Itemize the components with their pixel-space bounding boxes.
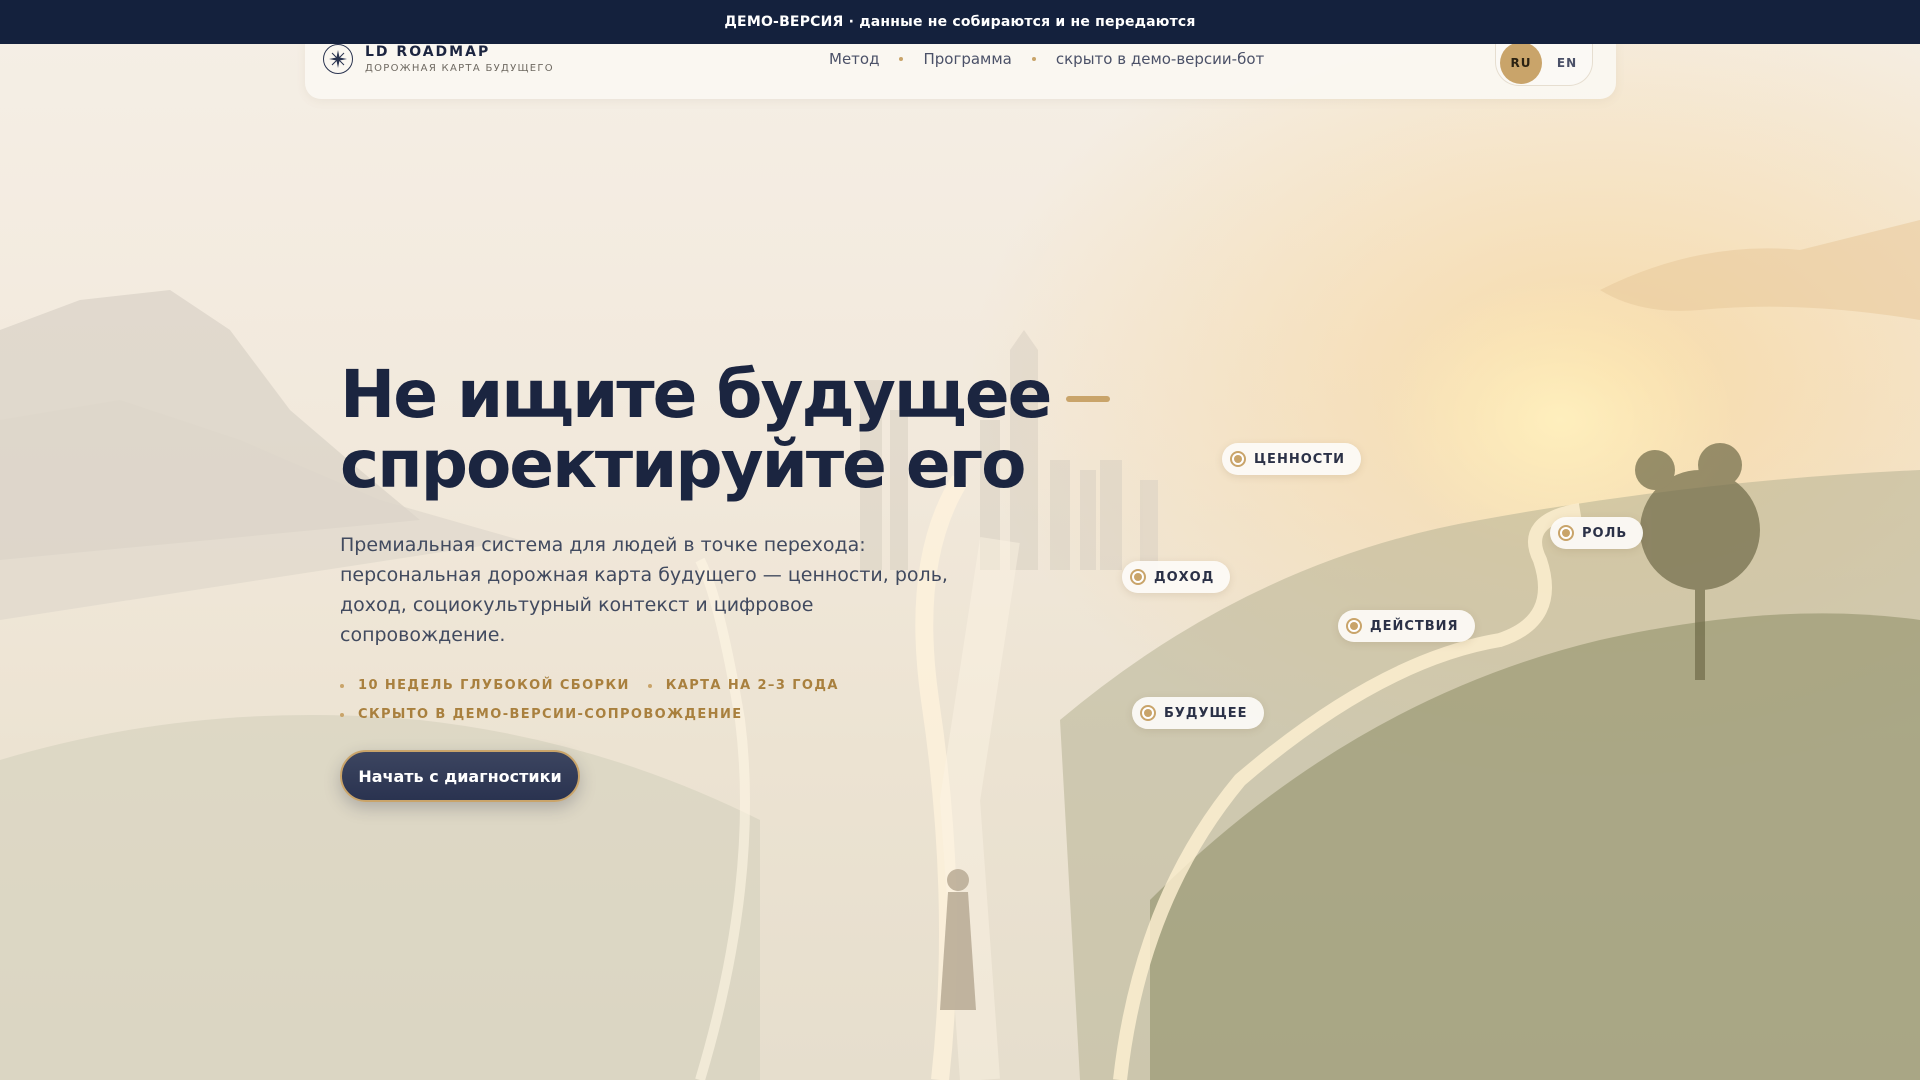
hero-subtitle: Премиальная система для людей в точке пе… bbox=[340, 534, 948, 646]
path-marker-icon bbox=[1140, 705, 1156, 721]
path-tag-actions: ДЕЙСТВИЯ bbox=[1338, 610, 1475, 642]
hero-feature-chips: 10 НЕДЕЛЬ ГЛУБОКОЙ СБОРКИ КАРТА НА 2–3 Г… bbox=[340, 678, 1110, 722]
brand-tagline: ДОРОЖНАЯ КАРТА БУДУЩЕГО bbox=[365, 63, 554, 74]
path-tag-values: ЦЕННОСТИ bbox=[1222, 443, 1362, 475]
path-tag-income: ДОХОД bbox=[1122, 561, 1231, 593]
nav-separator-dot bbox=[899, 57, 904, 61]
hero-title-line2: спроектируйте его bbox=[340, 426, 1026, 503]
main-nav: Метод Программа скрыто в демо-версии-бот bbox=[829, 50, 1264, 68]
path-marker-icon bbox=[1130, 569, 1146, 585]
lang-en-button[interactable]: EN bbox=[1546, 42, 1588, 84]
brand-logo[interactable]: LD ROADMAP ДОРОЖНАЯ КАРТА БУДУЩЕГО bbox=[323, 44, 554, 74]
site-header: LD ROADMAP ДОРОЖНАЯ КАРТА БУДУЩЕГО Метод… bbox=[305, 40, 1616, 99]
language-switcher: RU EN bbox=[1495, 40, 1593, 86]
path-tag-label: РОЛЬ bbox=[1582, 525, 1628, 541]
path-tag-label: ЦЕННОСТИ bbox=[1254, 451, 1346, 467]
demo-banner: ДЕМО-ВЕРСИЯ · данные не собираются и не … bbox=[0, 0, 1920, 44]
nav-separator-dot bbox=[1031, 57, 1036, 61]
path-marker-icon bbox=[1558, 525, 1574, 541]
hero-title-line1: Не ищите будущее bbox=[340, 356, 1052, 433]
hero-section: Не ищите будущее спроектируйте его Преми… bbox=[340, 360, 1111, 802]
path-tag-label: ДОХОД bbox=[1154, 569, 1215, 585]
nav-link-program[interactable]: Программа bbox=[923, 50, 1011, 68]
start-diagnostics-button[interactable]: Начать с диагностики bbox=[340, 750, 580, 802]
path-tag-role: РОЛЬ bbox=[1550, 517, 1644, 549]
feature-chip: СКРЫТО В ДЕМО-ВЕРСИИ-СОПРОВОЖДЕНИЕ bbox=[340, 707, 743, 722]
page: ДЕМО-ВЕРСИЯ · данные не собираются и не … bbox=[0, 0, 1920, 1080]
path-marker-icon bbox=[1230, 451, 1246, 467]
path-marker-icon bbox=[1346, 618, 1362, 634]
feature-chip: КАРТА НА 2–3 ГОДА bbox=[648, 678, 839, 693]
brand-name: LD ROADMAP bbox=[365, 44, 491, 60]
nav-link-method[interactable]: Метод bbox=[829, 50, 879, 68]
feature-chip: 10 НЕДЕЛЬ ГЛУБОКОЙ СБОРКИ bbox=[340, 678, 630, 693]
path-tag-label: БУДУЩЕЕ bbox=[1164, 705, 1248, 721]
title-dash bbox=[1066, 395, 1111, 402]
compass-star-icon bbox=[323, 44, 353, 74]
path-tag-label: ДЕЙСТВИЯ bbox=[1370, 618, 1459, 634]
path-tag-future: БУДУЩЕЕ bbox=[1132, 697, 1264, 729]
nav-link-bot[interactable]: скрыто в демо-версии-бот bbox=[1056, 50, 1264, 68]
hero-title: Не ищите будущее спроектируйте его bbox=[340, 360, 1111, 503]
lang-ru-button[interactable]: RU bbox=[1500, 41, 1542, 84]
demo-banner-text: ДЕМО-ВЕРСИЯ · данные не собираются и не … bbox=[724, 14, 1196, 30]
